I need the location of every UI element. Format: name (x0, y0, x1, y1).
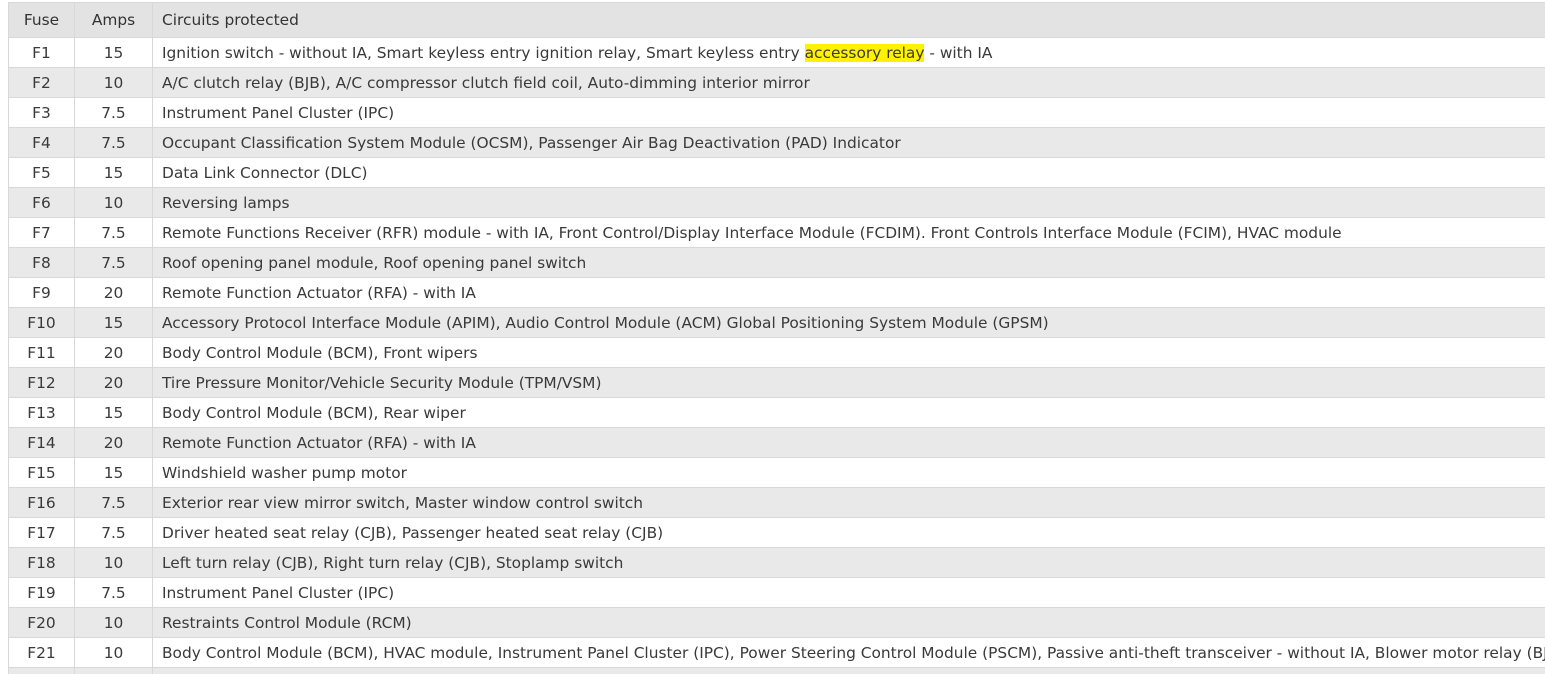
circuits-cell: Reversing lamps (152, 187, 1545, 218)
circuits-cell: Exterior rear view mirror switch, Master… (152, 487, 1545, 518)
fuse-cell: F3 (8, 97, 75, 128)
fuse-cell: F13 (8, 397, 75, 428)
circuits-cell: A/C clutch relay (BJB), A/C compressor c… (152, 67, 1545, 98)
amps-cell: 7.5 (74, 97, 153, 128)
amps-cell: 10 (74, 637, 153, 668)
table-row: F13 15 Body Control Module (BCM), Rear w… (8, 397, 1545, 428)
fuse-cell: F15 (8, 457, 75, 488)
fuse-cell: F12 (8, 367, 75, 398)
circuits-cell: Accessory Protocol Interface Module (API… (152, 307, 1545, 338)
amps-cell: 7.5 (74, 487, 153, 518)
circuits-cell: Restraints Control Module (RCM) (152, 607, 1545, 638)
fuse-cell: F9 (8, 277, 75, 308)
table-row: F14 20 Remote Function Actuator (RFA) - … (8, 427, 1545, 458)
circuits-cell: Ignition switch - without IA, Smart keyl… (152, 37, 1545, 68)
table-row: F9 20 Remote Function Actuator (RFA) - w… (8, 277, 1545, 308)
circuits-cell: Body Control Module (BCM), Rear wiper (152, 397, 1545, 428)
circuits-text: Ignition switch - without IA, Smart keyl… (162, 43, 805, 62)
header-row: Fuse Amps Circuits protected (8, 2, 1545, 38)
table-row: F8 7.5 Roof opening panel module, Roof o… (8, 247, 1545, 278)
circuits-cell: Tire Pressure Monitor/Vehicle Security M… (152, 367, 1545, 398)
table-row: F10 15 Accessory Protocol Interface Modu… (8, 307, 1545, 338)
table-row: F16 7.5 Exterior rear view mirror switch… (8, 487, 1545, 518)
fuse-table-body: F1 15 Ignition switch - without IA, Smar… (8, 37, 1545, 674)
table-row-partial (8, 667, 1545, 674)
table-row: F5 15 Data Link Connector (DLC) (8, 157, 1545, 188)
circuits-cell: Instrument Panel Cluster (IPC) (152, 97, 1545, 128)
fuse-cell: F5 (8, 157, 75, 188)
amps-cell: 15 (74, 397, 153, 428)
amps-cell: 7.5 (74, 517, 153, 548)
amps-cell: 20 (74, 277, 153, 308)
amps-cell: 15 (74, 307, 153, 338)
highlighted-text: accessory relay (804, 43, 925, 62)
fuse-cell: F10 (8, 307, 75, 338)
amps-cell: 10 (74, 547, 153, 578)
circuits-cell (152, 667, 1545, 674)
amps-cell: 7.5 (74, 217, 153, 248)
table-row: F20 10 Restraints Control Module (RCM) (8, 607, 1545, 638)
amps-cell: 10 (74, 67, 153, 98)
circuits-cell: Roof opening panel module, Roof opening … (152, 247, 1545, 278)
fuse-cell: F4 (8, 127, 75, 158)
table-row: F6 10 Reversing lamps (8, 187, 1545, 218)
amps-cell: 20 (74, 367, 153, 398)
table-row: F19 7.5 Instrument Panel Cluster (IPC) (8, 577, 1545, 608)
fuse-cell (8, 667, 75, 674)
amps-cell (74, 667, 153, 674)
amps-cell: 10 (74, 187, 153, 218)
amps-cell: 20 (74, 427, 153, 458)
circuits-cell: Data Link Connector (DLC) (152, 157, 1545, 188)
fuse-cell: F17 (8, 517, 75, 548)
amps-cell: 10 (74, 607, 153, 638)
header-fuse: Fuse (8, 2, 75, 38)
fuse-cell: F18 (8, 547, 75, 578)
fuse-cell: F16 (8, 487, 75, 518)
fuse-table: Fuse Amps Circuits protected F1 15 Ignit… (8, 2, 1545, 674)
amps-cell: 20 (74, 337, 153, 368)
amps-cell: 15 (74, 37, 153, 68)
table-row: F7 7.5 Remote Functions Receiver (RFR) m… (8, 217, 1545, 248)
amps-cell: 7.5 (74, 247, 153, 278)
circuits-cell: Remote Function Actuator (RFA) - with IA (152, 277, 1545, 308)
circuits-cell: Remote Functions Receiver (RFR) module -… (152, 217, 1545, 248)
circuits-cell: Remote Function Actuator (RFA) - with IA (152, 427, 1545, 458)
amps-cell: 15 (74, 457, 153, 488)
circuits-cell: Occupant Classification System Module (O… (152, 127, 1545, 158)
table-row: F17 7.5 Driver heated seat relay (CJB), … (8, 517, 1545, 548)
fuse-cell: F14 (8, 427, 75, 458)
table-row: F11 20 Body Control Module (BCM), Front … (8, 337, 1545, 368)
amps-cell: 15 (74, 157, 153, 188)
fuse-cell: F11 (8, 337, 75, 368)
table-row: F21 10 Body Control Module (BCM), HVAC m… (8, 637, 1545, 668)
fuse-cell: F7 (8, 217, 75, 248)
fuse-cell: F20 (8, 607, 75, 638)
table-row: F3 7.5 Instrument Panel Cluster (IPC) (8, 97, 1545, 128)
circuits-cell: Body Control Module (BCM), Front wipers (152, 337, 1545, 368)
amps-cell: 7.5 (74, 577, 153, 608)
table-row: F4 7.5 Occupant Classification System Mo… (8, 127, 1545, 158)
fuse-cell: F21 (8, 637, 75, 668)
fuse-table-header: Fuse Amps Circuits protected (8, 2, 1545, 38)
amps-cell: 7.5 (74, 127, 153, 158)
circuits-cell: Body Control Module (BCM), HVAC module, … (152, 637, 1545, 668)
header-amps: Amps (74, 2, 153, 38)
table-row: F18 10 Left turn relay (CJB), Right turn… (8, 547, 1545, 578)
table-row: F12 20 Tire Pressure Monitor/Vehicle Sec… (8, 367, 1545, 398)
circuits-cell: Instrument Panel Cluster (IPC) (152, 577, 1545, 608)
table-row: F15 15 Windshield washer pump motor (8, 457, 1545, 488)
table-row: F1 15 Ignition switch - without IA, Smar… (8, 37, 1545, 68)
fuse-cell: F2 (8, 67, 75, 98)
circuits-cell: Windshield washer pump motor (152, 457, 1545, 488)
table-row: F2 10 A/C clutch relay (BJB), A/C compre… (8, 67, 1545, 98)
fuse-cell: F6 (8, 187, 75, 218)
fuse-cell: F1 (8, 37, 75, 68)
circuits-cell: Driver heated seat relay (CJB), Passenge… (152, 517, 1545, 548)
header-circuits: Circuits protected (152, 2, 1545, 38)
circuits-cell: Left turn relay (CJB), Right turn relay … (152, 547, 1545, 578)
fuse-cell: F8 (8, 247, 75, 278)
fuse-cell: F19 (8, 577, 75, 608)
circuits-text: - with IA (924, 43, 993, 62)
page: Fuse Amps Circuits protected F1 15 Ignit… (0, 0, 1545, 674)
